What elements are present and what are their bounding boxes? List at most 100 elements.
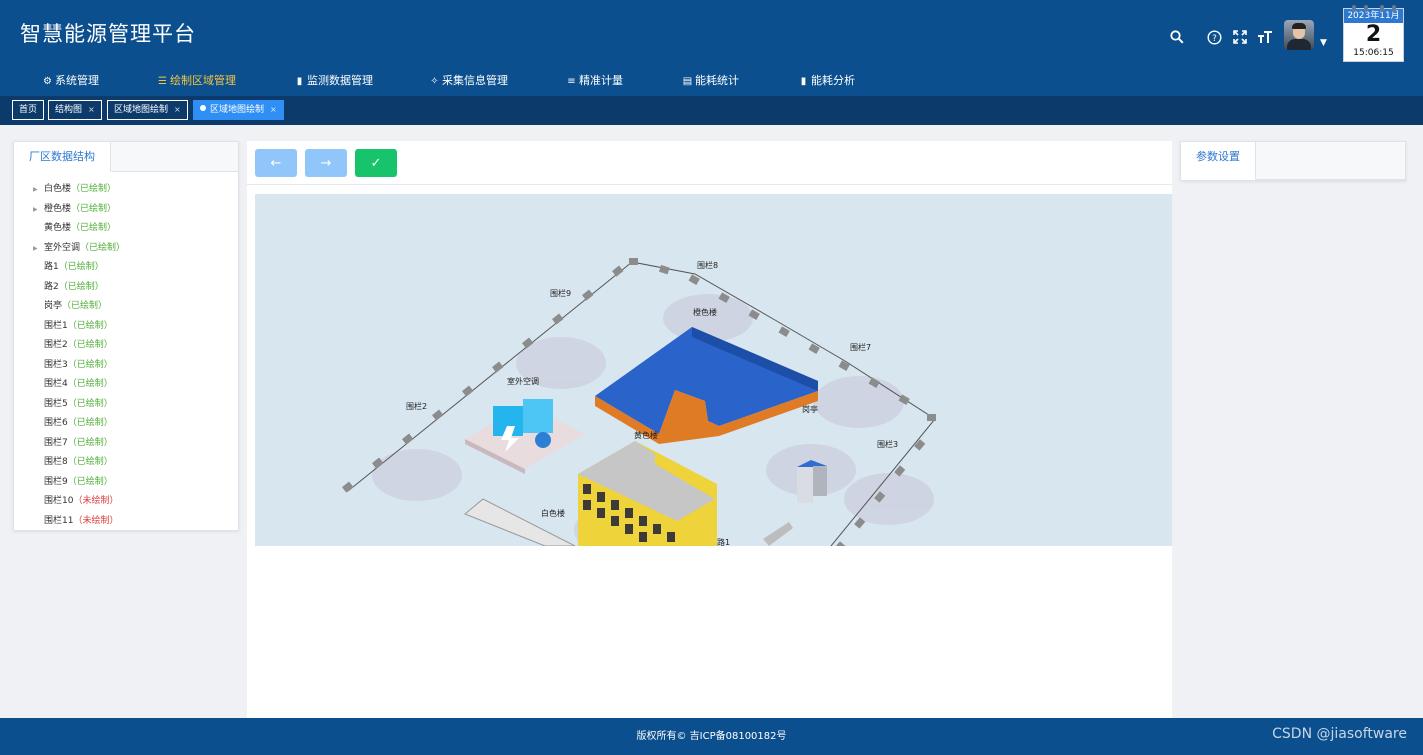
- map-label-fence7: 围栏7: [850, 342, 871, 352]
- calendar-time: 15:06:15: [1353, 48, 1394, 58]
- tab-area-map-active[interactable]: 区域地图绘制 ×: [193, 100, 284, 120]
- help-icon[interactable]: ?: [1205, 28, 1223, 46]
- sliders-icon: ≡: [567, 76, 576, 87]
- tree-node[interactable]: 围栏5（已绘制）: [14, 395, 238, 415]
- search-icon[interactable]: [1168, 28, 1186, 46]
- map-label-fence3: 围栏3: [877, 439, 898, 449]
- tree-node-status: （已绘制）: [80, 242, 126, 253]
- tree-node-status: （已绘制）: [67, 340, 113, 350]
- fullscreen-icon[interactable]: [1231, 28, 1249, 46]
- undo-button[interactable]: ←: [255, 149, 297, 177]
- tab-parameter-settings[interactable]: 参数设置: [1181, 142, 1256, 180]
- tab-home[interactable]: 首页: [12, 100, 45, 120]
- tree-node[interactable]: ▶ 橙色楼（已绘制）: [14, 200, 238, 220]
- tree-node-label: 围栏5: [44, 398, 68, 409]
- confirm-button[interactable]: ✓: [355, 149, 397, 177]
- tree-node-status: （已绘制）: [67, 457, 113, 467]
- tree-node[interactable]: 路2（已绘制）: [14, 278, 238, 298]
- tree-node-status: （已绘制）: [58, 281, 104, 292]
- close-icon[interactable]: ×: [88, 105, 95, 114]
- tree-node[interactable]: 围栏11（未绘制）: [14, 512, 238, 532]
- guard-booth: [797, 460, 827, 503]
- nav-energy-stats[interactable]: ▤ 能耗统计: [682, 70, 739, 92]
- expand-arrow-icon[interactable]: ▶: [33, 180, 38, 200]
- nav-monitor-data[interactable]: ▮ 监测数据管理: [294, 70, 373, 92]
- tab-bar: 首页 结构图 × 区域地图绘制 × 区域地图绘制 ×: [0, 96, 1423, 125]
- map-label-fence8: 围栏8: [697, 260, 718, 270]
- tree-node-label: 围栏8: [44, 457, 68, 467]
- map-editor-panel: ← → ✓ 围栏8 围栏9 橙色楼 围栏7 室外空调 围栏2 岗亭 黄色楼 围栏…: [247, 141, 1172, 718]
- map-label-outdoor-ac: 室外空调: [507, 376, 539, 386]
- nav-collect-info[interactable]: ✧ 采集信息管理: [429, 70, 508, 92]
- map-label-fence9: 围栏9: [550, 288, 571, 298]
- orange-building: [595, 327, 818, 444]
- tree-node[interactable]: 路1（已绘制）: [14, 258, 238, 278]
- tree-node-status: （已绘制）: [67, 437, 113, 448]
- active-dot-icon: [200, 105, 206, 111]
- tree-node[interactable]: 围栏8（已绘制）: [14, 453, 238, 473]
- gear-icon: ⚙: [43, 76, 52, 87]
- tree-node[interactable]: 围栏9（已绘制）: [14, 473, 238, 493]
- close-icon[interactable]: ×: [270, 105, 277, 114]
- tree-node[interactable]: 岗亭（已绘制）: [14, 297, 238, 317]
- check-icon: ✓: [370, 155, 382, 171]
- chevron-down-icon[interactable]: ▼: [1320, 38, 1327, 48]
- tree-node[interactable]: ▶ 室外空调（已绘制）: [14, 239, 238, 259]
- tree-node-label: 路2: [44, 281, 59, 292]
- tree-node-label: 围栏4: [44, 379, 68, 389]
- collect-icon: ✧: [430, 76, 439, 87]
- nav-precise-metering[interactable]: ≡ 精准计量: [566, 70, 623, 92]
- tree-node[interactable]: 黄色楼（已绘制）: [14, 219, 238, 239]
- tree-node-status: （已绘制）: [67, 359, 113, 370]
- copyright-text: 版权所有© 吉ICP备08100182号: [636, 731, 787, 742]
- tree-node-label: 路1: [44, 262, 59, 272]
- tree-node[interactable]: 围栏3（已绘制）: [14, 356, 238, 376]
- map-canvas[interactable]: 围栏8 围栏9 橙色楼 围栏7 室外空调 围栏2 岗亭 黄色楼 围栏3 白色楼 …: [255, 194, 1172, 546]
- map-label-fence2: 围栏2: [406, 401, 427, 411]
- tree-node-status: （已绘制）: [67, 379, 113, 389]
- map-label-guard-booth: 岗亭: [802, 404, 818, 414]
- bar-chart-icon: ▮: [800, 76, 807, 87]
- tree-node-status: （已绘制）: [71, 203, 117, 214]
- tree-node-status: （已绘制）: [67, 398, 113, 409]
- close-icon[interactable]: ×: [174, 105, 181, 114]
- tree-node-label: 围栏2: [44, 340, 68, 350]
- tree-node[interactable]: 围栏7（已绘制）: [14, 434, 238, 454]
- tree-node[interactable]: 围栏6（已绘制）: [14, 414, 238, 434]
- tree-node-status: （已绘制）: [71, 223, 117, 233]
- tab-area-map-1[interactable]: 区域地图绘制 ×: [107, 100, 188, 120]
- tree-node-status: （已绘制）: [62, 301, 108, 311]
- tree-node-label: 岗亭: [44, 301, 63, 311]
- tree-node-status: （已绘制）: [58, 262, 104, 272]
- tree-node-label: 橙色楼: [44, 203, 72, 214]
- svg-text:?: ?: [1212, 34, 1217, 44]
- tree-node[interactable]: 围栏10（未绘制）: [14, 492, 238, 512]
- calendar-day: 2: [1365, 22, 1382, 47]
- tab-structure[interactable]: 结构图 ×: [48, 100, 102, 120]
- user-avatar[interactable]: [1284, 20, 1314, 50]
- tree-node-label: 围栏9: [44, 476, 68, 487]
- outdoor-ac: [465, 399, 585, 474]
- tree-node-status: （未绘制）: [73, 496, 119, 506]
- tree-node[interactable]: 围栏2（已绘制）: [14, 336, 238, 356]
- tree-node-label: 白色楼: [44, 184, 72, 194]
- tree-node-label: 围栏1: [44, 320, 68, 331]
- tab-factory-structure[interactable]: 厂区数据结构: [14, 142, 111, 172]
- tree-node-status: （已绘制）: [71, 184, 117, 194]
- expand-arrow-icon[interactable]: ▶: [33, 200, 38, 220]
- tree-node[interactable]: 围栏1（已绘制）: [14, 317, 238, 337]
- redo-button[interactable]: →: [305, 149, 347, 177]
- main-nav: ⚙ 系统管理 ☰ 绘制区域管理 ▮ 监测数据管理 ✧ 采集信息管理 ≡ 精准计量 ▤ 能耗统…: [0, 70, 1000, 92]
- tree-node-status: （已绘制）: [67, 418, 113, 428]
- nav-energy-analysis[interactable]: ▮ 能耗分析: [798, 70, 855, 92]
- nav-system-management[interactable]: ⚙ 系统管理: [42, 70, 99, 92]
- expand-arrow-icon[interactable]: ▶: [33, 239, 38, 259]
- nav-draw-area-management[interactable]: ☰ 绘制区域管理: [157, 70, 236, 92]
- map-label-orange-building: 橙色楼: [693, 307, 717, 317]
- tree-node[interactable]: 围栏4（已绘制）: [14, 375, 238, 395]
- bar-chart-icon: ▮: [296, 76, 303, 87]
- arrow-right-icon: →: [320, 155, 332, 171]
- tree-node[interactable]: ▶ 白色楼（已绘制）: [14, 180, 238, 200]
- road: [763, 522, 793, 546]
- font-size-icon[interactable]: [1256, 28, 1274, 46]
